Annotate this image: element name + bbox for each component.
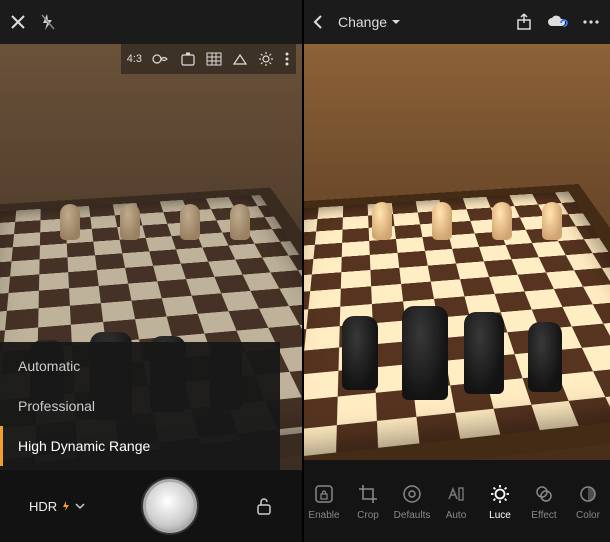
level-icon[interactable] [232, 52, 248, 66]
camera-pane: 4:3 Automatic Professional High Dynamic … [0, 0, 302, 542]
camera-options-row: 4:3 [121, 44, 296, 74]
mode-item-professional[interactable]: Professional [0, 386, 280, 426]
effect-icon [532, 482, 556, 506]
share-icon[interactable] [516, 13, 532, 31]
crop-icon [356, 482, 380, 506]
mode-label: High Dynamic Range [18, 438, 150, 454]
tool-auto[interactable]: Auto [434, 476, 478, 527]
more-icon[interactable] [582, 19, 600, 25]
timer-icon[interactable] [180, 51, 196, 67]
mode-item-hdr[interactable]: High Dynamic Range [0, 426, 280, 466]
tool-label: Color [576, 510, 600, 521]
hdr-label-text: HDR [29, 499, 57, 514]
enable-icon [312, 482, 336, 506]
flash-off-icon[interactable] [40, 13, 56, 31]
color-icon [576, 482, 600, 506]
editor-toolbar: Enable Crop Defaults Auto Luce [302, 460, 610, 542]
camera-bottom-bar: HDR [0, 470, 302, 542]
caret-down-icon [391, 18, 401, 26]
defaults-icon [400, 482, 424, 506]
tool-defaults[interactable]: Defaults [390, 476, 434, 527]
tool-crop[interactable]: Crop [346, 476, 390, 527]
camera-topbar [0, 0, 302, 44]
tool-luce[interactable]: Luce [478, 476, 522, 527]
mode-menu: Automatic Professional High Dynamic Rang… [0, 342, 280, 470]
cloud-sync-icon[interactable] [546, 14, 568, 30]
shutter-button[interactable] [143, 479, 197, 533]
tool-label: Enable [308, 510, 339, 521]
aspect-ratio-button[interactable]: 4:3 [127, 53, 142, 65]
more-icon[interactable] [284, 51, 290, 67]
lock-icon[interactable] [255, 496, 273, 516]
quality-icon[interactable] [152, 52, 170, 66]
editor-image[interactable] [302, 44, 610, 460]
hdr-mode-button[interactable]: HDR [29, 499, 85, 514]
mode-item-automatic[interactable]: Automatic [0, 346, 280, 386]
tool-label: Luce [489, 510, 511, 521]
pane-divider [302, 0, 304, 542]
tool-label: Crop [357, 510, 379, 521]
editor-title: Change [338, 14, 387, 30]
mode-label: Automatic [18, 358, 80, 374]
chevron-down-icon [75, 502, 85, 510]
light-icon [488, 482, 512, 506]
tool-color[interactable]: Color [566, 476, 610, 527]
auto-icon [444, 482, 468, 506]
tool-label: Auto [446, 510, 467, 521]
tool-enable[interactable]: Enable [302, 476, 346, 527]
tool-effect[interactable]: Effect [522, 476, 566, 527]
editor-topbar: Change [302, 0, 610, 44]
grid-icon[interactable] [206, 52, 222, 66]
settings-icon[interactable] [258, 51, 274, 67]
tool-label: Defaults [394, 510, 431, 521]
mode-label: Professional [18, 398, 95, 414]
back-icon[interactable] [312, 14, 324, 30]
close-icon[interactable] [10, 14, 26, 30]
tool-label: Effect [531, 510, 556, 521]
editor-pane: Change Enable [302, 0, 610, 542]
editor-title-button[interactable]: Change [338, 14, 401, 30]
